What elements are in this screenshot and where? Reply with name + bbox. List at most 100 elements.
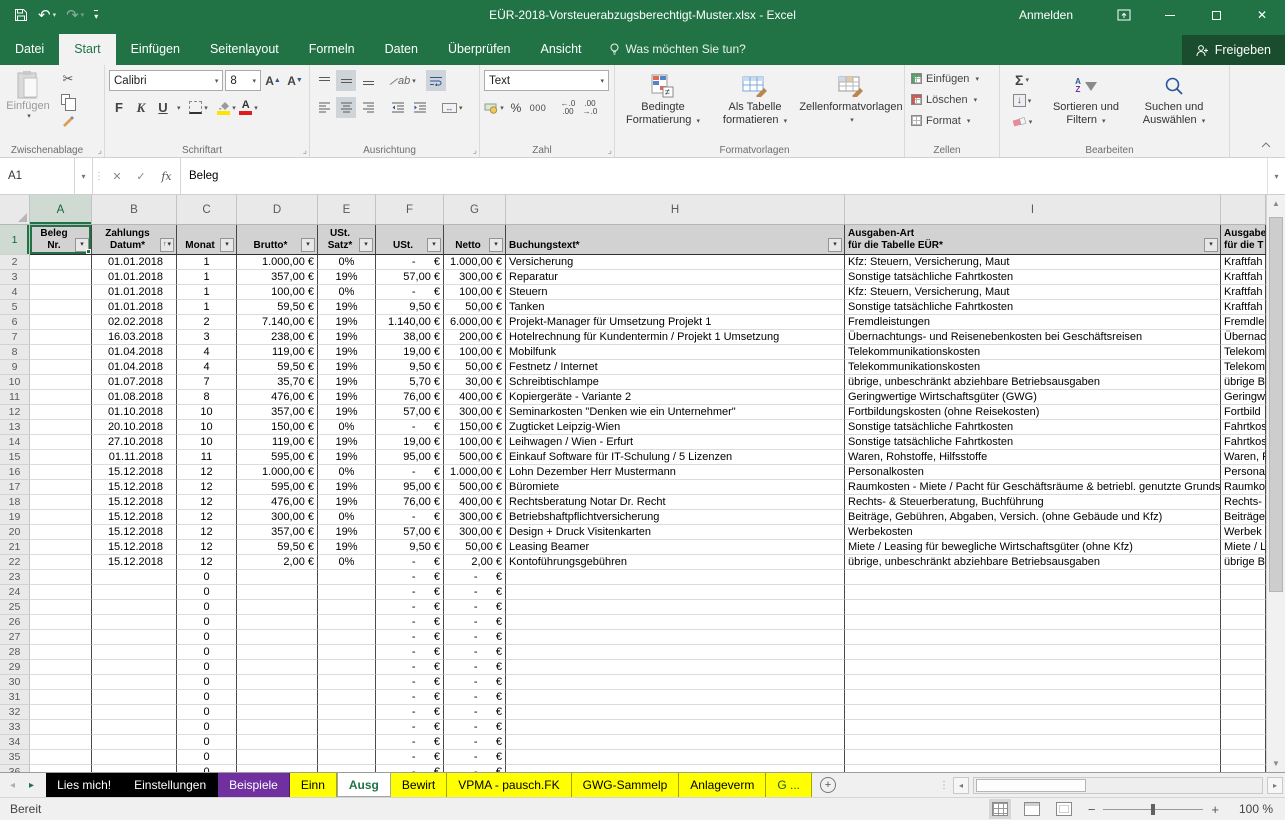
cell-I10[interactable]: übrige, unbeschränkt abziehbare Betriebs…: [845, 375, 1221, 390]
cell-B28[interactable]: [92, 645, 177, 660]
row-header-7[interactable]: 7: [0, 330, 30, 345]
cell-D26[interactable]: [237, 615, 318, 630]
cell-C20[interactable]: 12: [177, 525, 237, 540]
cell-E30[interactable]: [318, 675, 376, 690]
cell-E20[interactable]: 19%: [318, 525, 376, 540]
ribbon-tab-ansicht[interactable]: Ansicht: [526, 34, 597, 65]
cell-J20[interactable]: Werbek: [1221, 525, 1266, 540]
tell-me-box[interactable]: Was möchten Sie tun?: [597, 34, 758, 65]
cell-H33[interactable]: [506, 720, 845, 735]
cell-D7[interactable]: 238,00 €: [237, 330, 318, 345]
cell-G17[interactable]: 500,00 €: [444, 480, 506, 495]
cell-E10[interactable]: 19%: [318, 375, 376, 390]
cell-E24[interactable]: [318, 585, 376, 600]
decrease-indent-button[interactable]: [388, 97, 408, 118]
cell-A21[interactable]: [30, 540, 92, 555]
cell-J36[interactable]: [1221, 765, 1266, 772]
cell-D2[interactable]: 1.000,00 €: [237, 255, 318, 270]
cell-F19[interactable]: - €: [376, 510, 444, 525]
cell-H35[interactable]: [506, 750, 845, 765]
horizontal-scroll-thumb[interactable]: [976, 779, 1086, 792]
cell-I32[interactable]: [845, 705, 1221, 720]
col-header-E[interactable]: E: [318, 195, 376, 224]
row-header-29[interactable]: 29: [0, 660, 30, 675]
cell-G25[interactable]: - €: [444, 600, 506, 615]
header-cell-F[interactable]: USt.▾: [376, 225, 444, 255]
cell-C13[interactable]: 10: [177, 420, 237, 435]
accounting-format-button[interactable]: ▾: [484, 97, 504, 118]
cell-styles-button[interactable]: Zellenformatvorlagen ▾: [801, 69, 901, 143]
cell-B3[interactable]: 01.01.2018: [92, 270, 177, 285]
col-header-D[interactable]: D: [237, 195, 318, 224]
cut-button[interactable]: ✂: [58, 68, 78, 89]
shrink-font-button[interactable]: A▼: [285, 70, 305, 91]
grow-font-button[interactable]: A▲: [263, 70, 283, 91]
cell-H32[interactable]: [506, 705, 845, 720]
cell-J32[interactable]: [1221, 705, 1266, 720]
cell-D24[interactable]: [237, 585, 318, 600]
cell-I34[interactable]: [845, 735, 1221, 750]
cell-J25[interactable]: [1221, 600, 1266, 615]
ribbon-tab-formeln[interactable]: Formeln: [294, 34, 370, 65]
cell-H7[interactable]: Hotelrechnung für Kundentermin / Projekt…: [506, 330, 845, 345]
cell-G36[interactable]: - €: [444, 765, 506, 772]
cell-B4[interactable]: 01.01.2018: [92, 285, 177, 300]
cell-H6[interactable]: Projekt-Manager für Umsetzung Projekt 1: [506, 315, 845, 330]
cell-A36[interactable]: [30, 765, 92, 772]
row-header-9[interactable]: 9: [0, 360, 30, 375]
cell-B19[interactable]: 15.12.2018: [92, 510, 177, 525]
cell-C19[interactable]: 12: [177, 510, 237, 525]
row-header-30[interactable]: 30: [0, 675, 30, 690]
cell-B30[interactable]: [92, 675, 177, 690]
increase-decimal-button[interactable]: ←.0.00: [558, 97, 578, 118]
cell-F5[interactable]: 9,50 €: [376, 300, 444, 315]
ribbon-tab-seitenlayout[interactable]: Seitenlayout: [195, 34, 294, 65]
normal-view-button[interactable]: [992, 802, 1008, 816]
cell-J13[interactable]: Fahrtkos: [1221, 420, 1266, 435]
cell-D27[interactable]: [237, 630, 318, 645]
cell-F11[interactable]: 76,00 €: [376, 390, 444, 405]
row-header-3[interactable]: 3: [0, 270, 30, 285]
cell-A8[interactable]: [30, 345, 92, 360]
cell-A13[interactable]: [30, 420, 92, 435]
cell-I21[interactable]: Miete / Leasing für bewegliche Wirtschaf…: [845, 540, 1221, 555]
cell-J16[interactable]: Persona: [1221, 465, 1266, 480]
cell-J3[interactable]: Kraftfah: [1221, 270, 1266, 285]
sheet-tab-anlageverm[interactable]: Anlageverm: [679, 773, 766, 797]
format-painter-button[interactable]: [58, 110, 78, 131]
cell-I33[interactable]: [845, 720, 1221, 735]
cell-B31[interactable]: [92, 690, 177, 705]
cell-E12[interactable]: 19%: [318, 405, 376, 420]
row-header-16[interactable]: 16: [0, 465, 30, 480]
cell-C9[interactable]: 4: [177, 360, 237, 375]
cell-G15[interactable]: 500,00 €: [444, 450, 506, 465]
cell-B33[interactable]: [92, 720, 177, 735]
header-cell-I[interactable]: Ausgaben-Artfür die Tabelle EÜR*▾: [845, 225, 1221, 255]
cell-I2[interactable]: Kfz: Steuern, Versicherung, Maut: [845, 255, 1221, 270]
filter-button-B[interactable]: ↑▾: [160, 238, 174, 252]
cell-E32[interactable]: [318, 705, 376, 720]
cell-E13[interactable]: 0%: [318, 420, 376, 435]
undo-button[interactable]: ↶▾: [38, 8, 56, 23]
cell-H17[interactable]: Büromiete: [506, 480, 845, 495]
clipboard-dialog-launcher[interactable]: ⌟: [98, 145, 102, 156]
hscroll-left-arrow[interactable]: ◂: [953, 777, 969, 794]
cell-B36[interactable]: [92, 765, 177, 772]
cell-J9[interactable]: Telekom: [1221, 360, 1266, 375]
formula-bar-expand[interactable]: ▾: [1267, 158, 1285, 194]
cell-H9[interactable]: Festnetz / Internet: [506, 360, 845, 375]
borders-button[interactable]: ▾: [189, 97, 209, 118]
cell-D14[interactable]: 119,00 €: [237, 435, 318, 450]
cell-B16[interactable]: 15.12.2018: [92, 465, 177, 480]
cell-I6[interactable]: Fremdleistungen: [845, 315, 1221, 330]
cell-D34[interactable]: [237, 735, 318, 750]
cell-G14[interactable]: 100,00 €: [444, 435, 506, 450]
orientation-button[interactable]: ab▾: [388, 70, 416, 91]
cell-H8[interactable]: Mobilfunk: [506, 345, 845, 360]
cell-E25[interactable]: [318, 600, 376, 615]
number-dialog-launcher[interactable]: ⌟: [608, 145, 612, 156]
cell-G7[interactable]: 200,00 €: [444, 330, 506, 345]
cell-A3[interactable]: [30, 270, 92, 285]
cell-I36[interactable]: [845, 765, 1221, 772]
cell-I18[interactable]: Rechts- & Steuerberatung, Buchführung: [845, 495, 1221, 510]
